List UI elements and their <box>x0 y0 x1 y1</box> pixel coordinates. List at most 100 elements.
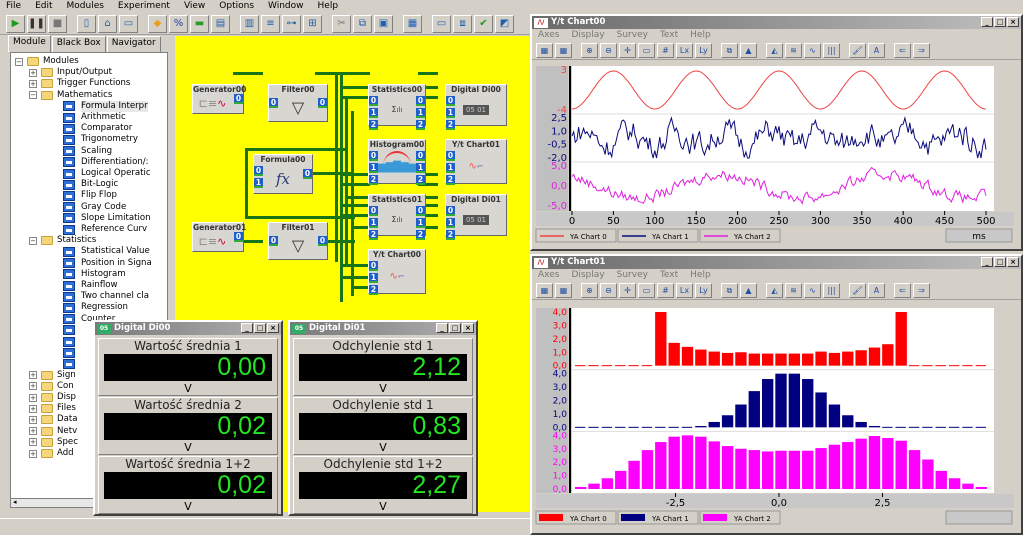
output-port-2[interactable]: 2 <box>416 120 425 130</box>
line-mode-button[interactable]: ∿ <box>804 43 821 58</box>
arrange-button[interactable]: ◩ <box>495 14 514 33</box>
print-chart-button[interactable]: ▲ <box>740 43 757 58</box>
connection-wire[interactable] <box>340 72 343 302</box>
tab-navigator[interactable]: Navigator <box>106 36 161 52</box>
tree-item[interactable]: Trigonometry <box>63 134 138 145</box>
input-port-0[interactable]: 0 <box>269 236 278 246</box>
window-button[interactable]: ▤ <box>211 14 230 33</box>
cursor-button[interactable]: ✛ <box>619 43 636 58</box>
y-axis-button[interactable]: Ly <box>695 43 712 58</box>
tab-black-box[interactable]: Black Box <box>51 36 106 52</box>
tree-item[interactable]: Slope Limitation <box>63 213 151 224</box>
window-titlebar[interactable]: 05 Digital Di01 _ □ × <box>290 322 476 335</box>
connection-wire[interactable] <box>345 196 370 199</box>
grid-button[interactable]: # <box>657 43 674 58</box>
output-port-0[interactable]: 0 <box>318 98 327 108</box>
tab-module[interactable]: Module <box>8 35 51 52</box>
chart-view-2-button[interactable]: ▦ <box>555 43 572 58</box>
block-digital01[interactable]: Digital Di01 05 01 0 1 2 <box>445 194 507 240</box>
tree-folder[interactable]: + Spec <box>29 437 78 448</box>
copy-chart-button[interactable]: ⧉ <box>721 283 738 298</box>
tree-folder[interactable]: + Con <box>29 381 74 392</box>
zoom-out-button[interactable]: ⊖ <box>600 43 617 58</box>
tree-item[interactable]: Differentiation/: <box>63 157 149 168</box>
input-port-2[interactable]: 2 <box>446 120 455 130</box>
input-port-2[interactable]: 2 <box>369 175 378 185</box>
stop-button[interactable]: ■ <box>48 14 67 33</box>
chart-menu-display[interactable]: Display <box>571 29 604 42</box>
scroll-left-button[interactable]: ⇐ <box>894 283 911 298</box>
connection-wire[interactable] <box>340 214 370 217</box>
tree-item[interactable]: Gray Code <box>63 202 126 213</box>
expand-icon[interactable]: + <box>29 79 37 88</box>
chart-menu-axes[interactable]: Axes <box>538 269 559 282</box>
tree-item[interactable]: Flip Flop <box>63 190 117 201</box>
minimize-button[interactable]: _ <box>436 323 448 333</box>
minimize-button[interactable]: _ <box>981 257 993 267</box>
zoom-in-button[interactable]: ⊕ <box>581 43 598 58</box>
block-generator00[interactable]: Generator00 ⊏≡ ∿ 0 <box>192 84 246 114</box>
chart-menu-text[interactable]: Text <box>660 269 678 282</box>
connection-wire[interactable] <box>340 276 370 279</box>
menu-help[interactable]: Help <box>318 0 339 13</box>
input-port-0[interactable]: 0 <box>446 206 455 216</box>
output-port-0[interactable]: 0 <box>303 169 312 179</box>
input-port-0[interactable]: 0 <box>369 151 378 161</box>
output-port-0[interactable]: 0 <box>416 206 425 216</box>
tree-item[interactable]: Statistical Value <box>63 246 150 257</box>
tree-folder[interactable]: + Add <box>29 448 74 459</box>
tree-folder[interactable]: − Modules <box>15 56 79 67</box>
input-port-1[interactable]: 1 <box>446 163 455 173</box>
x-axis-button[interactable]: Lx <box>676 283 693 298</box>
tree-folder[interactable]: − Mathematics <box>29 90 112 101</box>
menu-experiment[interactable]: Experiment <box>118 0 170 13</box>
input-port-1[interactable]: 1 <box>369 108 378 118</box>
output-port-0[interactable]: 0 <box>318 236 327 246</box>
link-button[interactable]: ⊶ <box>282 14 301 33</box>
tree-item[interactable] <box>63 336 81 347</box>
expand-icon[interactable]: + <box>29 68 37 77</box>
bars-button[interactable]: ||| <box>823 43 840 58</box>
cursor-button[interactable]: ✛ <box>619 283 636 298</box>
scroll-right-button[interactable]: ⇒ <box>913 43 930 58</box>
tree-button[interactable]: ≡ <box>261 14 280 33</box>
connection-wire[interactable] <box>233 72 263 75</box>
maximize-button[interactable]: □ <box>449 323 461 333</box>
input-port-1[interactable]: 1 <box>369 163 378 173</box>
menu-modules[interactable]: Modules <box>67 0 104 13</box>
x-axis-button[interactable]: Lx <box>676 43 693 58</box>
cut-button[interactable]: ✂ <box>332 14 351 33</box>
connection-wire[interactable] <box>340 204 370 207</box>
input-port-1[interactable]: 1 <box>369 273 378 283</box>
menu-edit[interactable]: Edit <box>35 0 52 13</box>
block-generator01[interactable]: Generator01 ⊏≡ ∿ 0 <box>192 222 246 252</box>
expand-icon[interactable]: + <box>29 438 37 447</box>
input-port-0[interactable]: 0 <box>269 98 278 108</box>
digital-display-window-00[interactable]: 05 Digital Di00 _ □ × Wartość średnia 1 0,0… <box>93 320 283 516</box>
cascade-button[interactable]: ⧈ <box>453 14 472 33</box>
input-port-1[interactable]: 1 <box>369 218 378 228</box>
tree-item[interactable]: Regression <box>63 302 128 313</box>
close-button[interactable]: × <box>267 323 279 333</box>
connection-wire[interactable] <box>340 86 370 89</box>
zoom-out-button[interactable]: ⊖ <box>600 283 617 298</box>
expand-icon[interactable]: + <box>29 371 37 380</box>
expand-icon[interactable]: + <box>29 393 37 402</box>
block-formula00[interactable]: Formula00 fx 0 1 0 <box>253 154 313 194</box>
output-port-0[interactable]: 0 <box>416 151 425 161</box>
chart-menu-help[interactable]: Help <box>690 29 711 42</box>
area-button[interactable]: ◭ <box>766 283 783 298</box>
maximize-button[interactable]: □ <box>994 257 1006 267</box>
window-titlebar[interactable]: /\/ Y/t Chart00 _ □ × <box>532 16 1021 29</box>
menu-window[interactable]: Window <box>268 0 304 13</box>
input-port-1[interactable]: 1 <box>446 108 455 118</box>
connection-wire[interactable] <box>245 216 355 219</box>
tree-item[interactable]: Logical Operatic <box>63 168 151 179</box>
play-button[interactable]: ▶ <box>6 14 25 33</box>
open-folder-button[interactable]: ⌂ <box>98 14 117 33</box>
expand-icon[interactable]: + <box>29 427 37 436</box>
font-button[interactable]: A <box>868 43 885 58</box>
close-button[interactable]: × <box>462 323 474 333</box>
copy-button[interactable]: ⧉ <box>353 14 372 33</box>
formula-button[interactable]: % <box>169 14 188 33</box>
